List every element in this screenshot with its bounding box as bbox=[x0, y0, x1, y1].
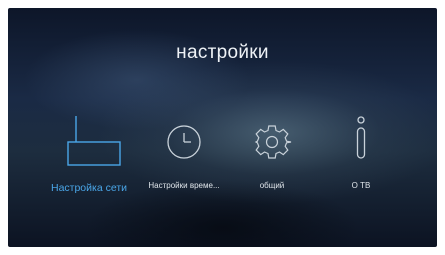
menu-item-label: Настройка сети bbox=[50, 182, 128, 194]
gear-icon bbox=[254, 125, 292, 159]
menu-item-label: О ТВ bbox=[351, 181, 371, 190]
menu-item-network[interactable]: Настройка сети bbox=[46, 116, 132, 198]
page-title: настройки bbox=[176, 42, 269, 63]
menu-item-time[interactable]: Настройки време... bbox=[141, 116, 227, 198]
menu-item-general[interactable]: общий bbox=[229, 116, 315, 198]
settings-screen: настройки Настройка сети Настройки време… bbox=[8, 8, 437, 247]
network-icon bbox=[67, 116, 121, 166]
menu-item-label: общий bbox=[259, 181, 285, 190]
menu-item-label: Настройки време... bbox=[148, 181, 220, 190]
clock-icon bbox=[167, 125, 201, 159]
menu-item-about-tv[interactable]: О ТВ bbox=[318, 116, 404, 198]
info-icon bbox=[356, 116, 366, 159]
